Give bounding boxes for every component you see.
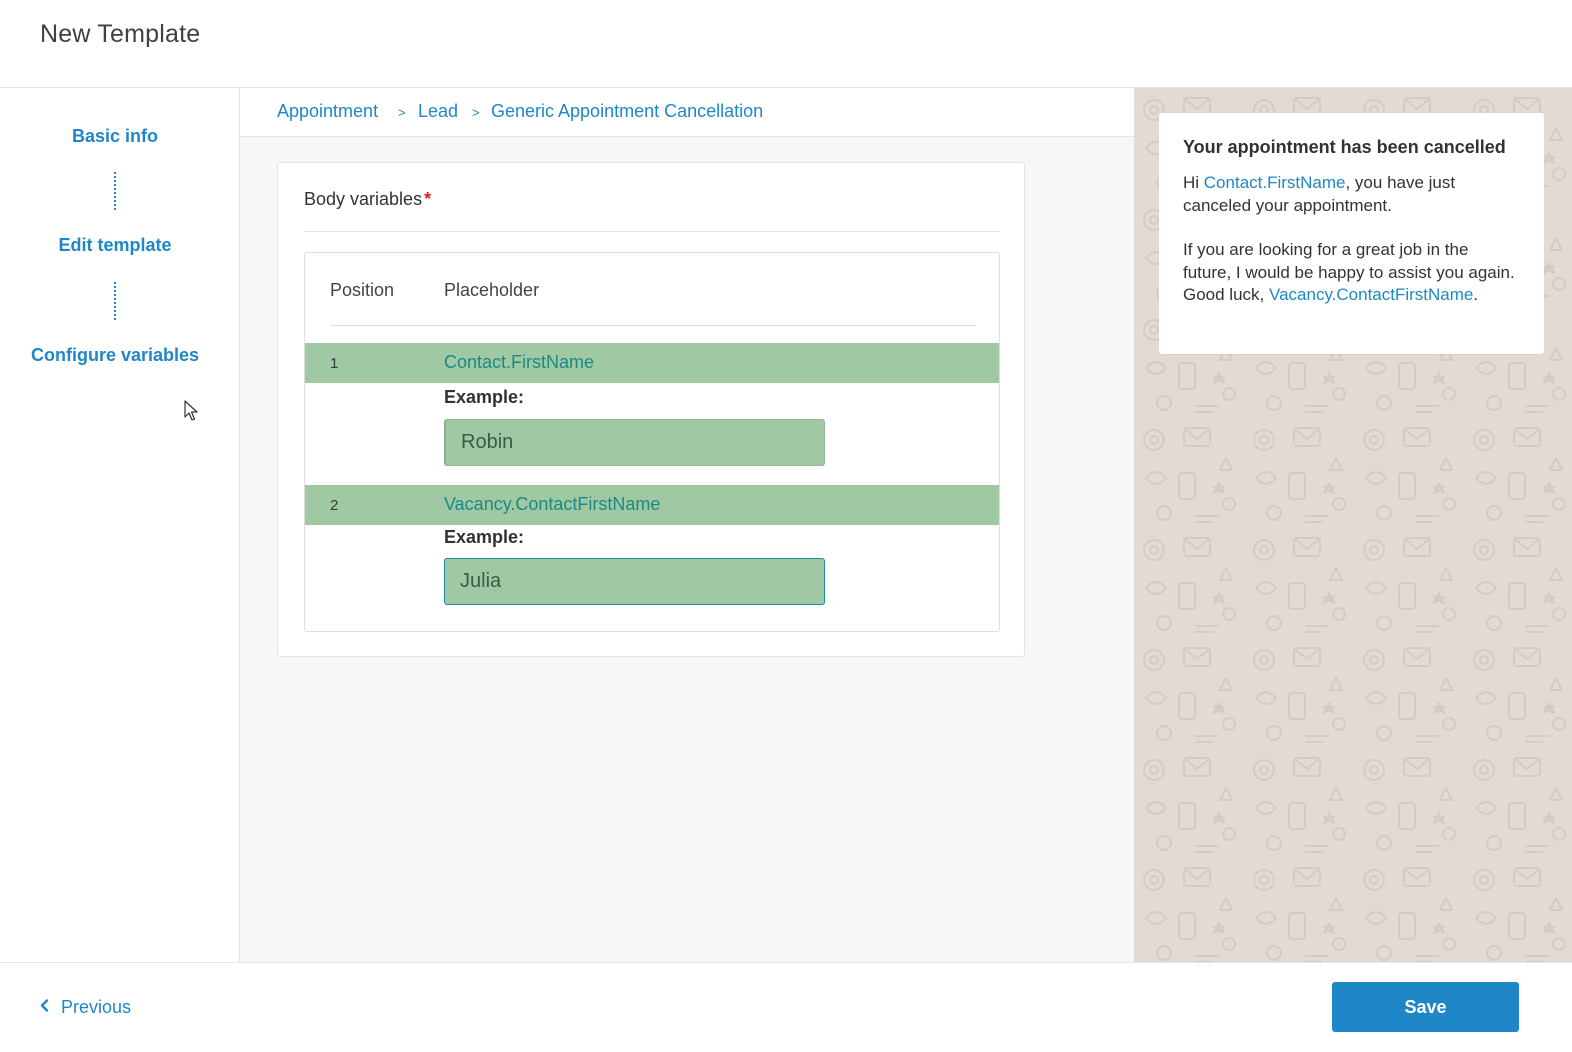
row-position: 2 (330, 497, 339, 514)
message-paragraph: If you are looking for a great job in th… (1183, 239, 1520, 307)
main-content: Appointment > Lead > Generic Appointment… (240, 88, 1134, 963)
step-basic-info[interactable]: Basic info (0, 126, 230, 147)
breadcrumb-item-appointment[interactable]: Appointment (277, 101, 378, 122)
save-button[interactable]: Save (1332, 982, 1519, 1032)
message-title: Your appointment has been cancelled (1183, 137, 1506, 157)
previous-label: Previous (61, 997, 132, 1017)
required-marker: * (424, 189, 432, 209)
table-row: 1 Contact.FirstName (305, 343, 999, 383)
body-variables-card: Body variables * Position Placeholder 1 C… (277, 162, 1025, 657)
message-variable: Vacancy.ContactFirstName (1269, 285, 1474, 304)
row-position: 1 (330, 355, 339, 372)
step-edit-template[interactable]: Edit template (0, 235, 230, 256)
message-bubble: Your appointment has been cancelled Hi C… (1159, 113, 1544, 354)
example-label: Example: (444, 527, 525, 547)
mouse-pointer-icon (184, 400, 200, 427)
message-text: . (1473, 285, 1479, 304)
breadcrumb-item-lead[interactable]: Lead (418, 101, 458, 122)
table-row: 2 Vacancy.ContactFirstName (305, 485, 999, 525)
page-title: New Template (40, 20, 201, 48)
divider (330, 325, 975, 326)
column-header-placeholder: Placeholder (444, 280, 540, 300)
body-variables-label: Body variables (304, 189, 423, 209)
row-placeholder: Contact.FirstName (444, 352, 595, 372)
page-header: New Template (0, 0, 1572, 88)
breadcrumb-item-template[interactable]: Generic Appointment Cancellation (491, 101, 763, 122)
message-variable: Contact.FirstName (1203, 173, 1346, 192)
step-configure-variables[interactable]: Configure variables (0, 345, 230, 366)
step-connector (114, 282, 116, 320)
variables-table: Position Placeholder 1 Contact.FirstName… (304, 252, 1000, 632)
chevron-left-icon (40, 998, 49, 1017)
message-text: Hi (1183, 173, 1204, 192)
message-preview-panel: Your appointment has been cancelled Hi C… (1134, 88, 1572, 963)
example-label: Example: (444, 387, 525, 407)
body-variables-title: Body variables * (304, 189, 431, 210)
footer-bar: Previous Save (0, 962, 1572, 1052)
example-input-1[interactable] (444, 419, 825, 466)
message-paragraph: Hi Contact.FirstName, you have just canc… (1183, 172, 1520, 217)
breadcrumb: Appointment > Lead > Generic Appointment… (240, 88, 1134, 137)
breadcrumb-separator: > (472, 105, 480, 120)
divider (304, 231, 1000, 232)
row-placeholder: Vacancy.ContactFirstName (444, 494, 661, 514)
column-header-position: Position (330, 280, 395, 300)
step-connector (114, 172, 116, 210)
example-input-2[interactable] (444, 558, 825, 605)
breadcrumb-separator: > (398, 105, 406, 120)
wizard-sidebar: Basic info Edit template Configure varia… (0, 88, 240, 963)
previous-button[interactable]: Previous (40, 997, 131, 1018)
